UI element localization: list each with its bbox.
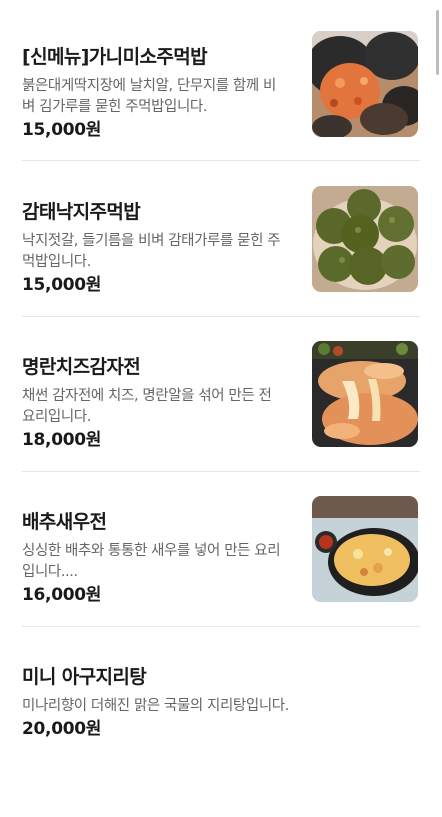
menu-item-photo bbox=[312, 341, 418, 447]
menu-item-price: 18,000원 bbox=[22, 430, 102, 450]
menu-item-description: 붉은대게딱지장에 날치알, 단무지를 함께 비벼 김가루를 묻힌 주먹밥입니다. bbox=[22, 78, 276, 115]
divider bbox=[22, 316, 420, 317]
divider bbox=[22, 471, 420, 472]
menu-item-photo bbox=[312, 496, 418, 602]
menu-item-price: 15,000원 bbox=[22, 275, 102, 295]
menu-item-price: 20,000원 bbox=[22, 719, 102, 739]
menu-item-name: 미니 아구지리탕 bbox=[22, 666, 147, 688]
menu-item-description: 싱싱한 배추와 통통한 새우를 넣어 만든 요리입니다.... bbox=[22, 543, 281, 580]
menu-item-name: 명란치즈감자전 bbox=[22, 356, 141, 378]
menu-item[interactable]: [신메뉴]가니미소주먹밥 붉은대게딱지장에 날치알, 단무지를 함께 비벼 김가… bbox=[22, 31, 420, 197]
divider bbox=[22, 626, 420, 627]
menu-item-name: 감태낙지주먹밥 bbox=[22, 201, 141, 223]
menu-item-name: [신메뉴]가니미소주먹밥 bbox=[22, 46, 208, 68]
menu-item[interactable]: 미니 아구지리탕 미나리향이 더해진 맑은 국물의 지리탕입니다. 20,000… bbox=[22, 662, 420, 817]
menu-item-photo bbox=[312, 186, 418, 292]
menu-item-photo bbox=[312, 31, 418, 137]
menu-item[interactable]: 감태낙지주먹밥 낙지젓갈, 들기름을 비벼 감태가루를 묻힌 주먹밥입니다. 1… bbox=[22, 186, 420, 352]
menu-item-price: 16,000원 bbox=[22, 585, 102, 605]
divider bbox=[22, 160, 420, 161]
menu-item-name: 배추새우전 bbox=[22, 511, 107, 533]
menu-item-price: 15,000원 bbox=[22, 120, 102, 140]
menu-item[interactable]: 배추새우전 싱싱한 배추와 통통한 새우를 넣어 만든 요리입니다.... 16… bbox=[22, 496, 420, 662]
menu-item-description: 낙지젓갈, 들기름을 비벼 감태가루를 묻힌 주먹밥입니다. bbox=[22, 233, 281, 270]
menu-item-description: 채썬 감자전에 치즈, 명란알을 섞어 만든 전 요리입니다. bbox=[22, 388, 272, 425]
scrollbar[interactable] bbox=[436, 10, 439, 75]
menu-item[interactable]: 명란치즈감자전 채썬 감자전에 치즈, 명란알을 섞어 만든 전 요리입니다. … bbox=[22, 341, 420, 507]
